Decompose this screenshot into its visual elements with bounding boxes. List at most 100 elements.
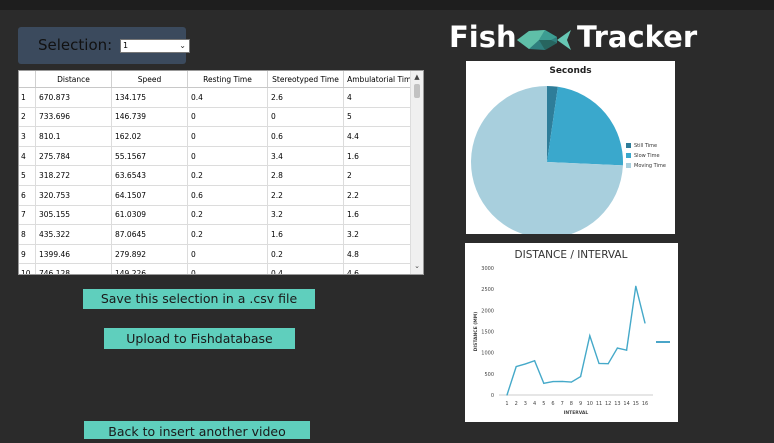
row-number[interactable]: 6 — [19, 185, 36, 206]
table-row[interactable]: 8 435.322 87.0645 0.2 1.6 3.2 — [19, 224, 420, 245]
table-cell[interactable]: 4.8 — [343, 244, 420, 265]
x-tick-label: 11 — [596, 401, 602, 407]
table-row[interactable]: 3 810.1 162.02 0 0.6 4.4 — [19, 126, 420, 147]
column-header[interactable]: Resting Time — [187, 71, 268, 88]
row-header-corner[interactable] — [19, 71, 36, 88]
table-cell[interactable]: 55.1567 — [111, 146, 188, 167]
table-row[interactable]: 10 746.128 149.226 0 0.4 4.6 — [19, 263, 420, 274]
table-cell[interactable]: 0.2 — [187, 205, 268, 226]
column-header[interactable]: Distance — [35, 71, 112, 88]
table-cell[interactable]: 435.322 — [35, 224, 112, 245]
table-cell[interactable]: 162.02 — [111, 126, 188, 147]
table-row[interactable]: 1 670.873 134.175 0.4 2.6 4 — [19, 87, 420, 108]
table-cell[interactable]: 64.1507 — [111, 185, 188, 206]
table-cell[interactable]: 0.2 — [187, 165, 268, 186]
table-cell[interactable]: 0.4 — [267, 263, 344, 274]
table-cell[interactable]: 0.4 — [187, 87, 268, 108]
table-cell[interactable]: 4 — [343, 87, 420, 108]
table-cell[interactable]: 0 — [187, 263, 268, 274]
table-cell[interactable]: 746.128 — [35, 263, 112, 274]
table-cell[interactable]: 2.2 — [267, 185, 344, 206]
data-point — [626, 349, 628, 351]
table-row[interactable]: 7 305.155 61.0309 0.2 3.2 1.6 — [19, 205, 420, 226]
row-number[interactable]: 9 — [19, 244, 36, 265]
x-tick-label: 16 — [642, 401, 648, 407]
legend-swatch — [626, 143, 631, 148]
table-cell[interactable]: 149.226 — [111, 263, 188, 274]
row-number[interactable]: 5 — [19, 165, 36, 186]
row-number[interactable]: 1 — [19, 87, 36, 108]
table-cell[interactable]: 0 — [187, 244, 268, 265]
column-header[interactable]: Stereotyped Time — [267, 71, 344, 88]
row-number[interactable]: 2 — [19, 107, 36, 128]
column-header[interactable]: Speed — [111, 71, 188, 88]
table-cell[interactable]: 1.6 — [267, 224, 344, 245]
table-cell[interactable]: 1399.46 — [35, 244, 112, 265]
table-cell[interactable]: 146.739 — [111, 107, 188, 128]
table-cell[interactable]: 87.0645 — [111, 224, 188, 245]
table-cell[interactable]: 318.272 — [35, 165, 112, 186]
table-cell[interactable]: 733.696 — [35, 107, 112, 128]
chevron-down-icon[interactable]: ⌄ — [179, 40, 186, 52]
table-cell[interactable]: 63.6543 — [111, 165, 188, 186]
table-cell[interactable]: 0 — [267, 107, 344, 128]
brand-word-fish: Fish — [449, 20, 517, 54]
table-cell[interactable]: 2 — [343, 165, 420, 186]
table-row[interactable]: 2 733.696 146.739 0 0 5 — [19, 107, 420, 128]
row-number[interactable]: 10 — [19, 263, 36, 274]
table-cell[interactable]: 1.6 — [343, 205, 420, 226]
data-point — [616, 347, 618, 349]
table-cell[interactable]: 61.0309 — [111, 205, 188, 226]
table-cell[interactable]: 1.6 — [343, 146, 420, 167]
y-axis-label: DISTANCE (MM) — [473, 312, 479, 352]
row-number[interactable]: 3 — [19, 126, 36, 147]
data-table[interactable]: Distance Speed Resting Time Stereotyped Tim… — [18, 70, 424, 275]
table-cell[interactable]: 0.6 — [267, 126, 344, 147]
scroll-up-icon[interactable]: ▲ — [411, 73, 423, 83]
table-cell[interactable]: 3.2 — [343, 224, 420, 245]
table-cell[interactable]: 2.2 — [343, 185, 420, 206]
legend-swatch — [626, 153, 631, 158]
table-cell[interactable]: 5 — [343, 107, 420, 128]
table-cell[interactable]: 3.2 — [267, 205, 344, 226]
row-number[interactable]: 4 — [19, 146, 36, 167]
row-number[interactable]: 7 — [19, 205, 36, 226]
table-cell[interactable]: 0 — [187, 107, 268, 128]
table-cell[interactable]: 0.2 — [267, 244, 344, 265]
table-scrollbar[interactable]: ▲ ⌄ — [410, 71, 423, 274]
selection-dropdown[interactable]: 1 ⌄ — [120, 39, 190, 53]
line-chart-title: DISTANCE / INTERVAL — [515, 249, 628, 261]
table-cell[interactable]: 279.892 — [111, 244, 188, 265]
row-number[interactable]: 8 — [19, 224, 36, 245]
column-header[interactable]: Ambulatorial Time — [343, 71, 420, 88]
data-point — [534, 360, 536, 362]
table-row[interactable]: 9 1399.46 279.892 0 0.2 4.8 — [19, 244, 420, 265]
table-row[interactable]: 4 275.784 55.1567 0 3.4 1.6 — [19, 146, 420, 167]
table-cell[interactable]: 320.753 — [35, 185, 112, 206]
table-cell[interactable]: 3.4 — [267, 146, 344, 167]
table-cell[interactable]: 2.8 — [267, 165, 344, 186]
table-cell[interactable]: 134.175 — [111, 87, 188, 108]
table-cell[interactable]: 670.873 — [35, 87, 112, 108]
table-cell[interactable]: 0.2 — [187, 224, 268, 245]
table-cell[interactable]: 0.6 — [187, 185, 268, 206]
table-cell[interactable]: 4.4 — [343, 126, 420, 147]
data-point — [644, 322, 646, 324]
scroll-thumb[interactable] — [414, 84, 420, 98]
table-cell[interactable]: 0 — [187, 146, 268, 167]
x-tick-label: 8 — [570, 401, 573, 407]
table-cell[interactable]: 0 — [187, 126, 268, 147]
table-cell[interactable]: 2.6 — [267, 87, 344, 108]
table-cell[interactable]: 275.784 — [35, 146, 112, 167]
table-row[interactable]: 5 318.272 63.6543 0.2 2.8 2 — [19, 165, 420, 186]
x-tick-label: 2 — [515, 401, 518, 407]
back-insert-video-button[interactable]: Back to insert another video — [84, 421, 310, 439]
table-cell[interactable]: 4.6 — [343, 263, 420, 274]
save-csv-button[interactable]: Save this selection in a .csv file — [83, 289, 315, 309]
table-row[interactable]: 6 320.753 64.1507 0.6 2.2 2.2 — [19, 185, 420, 206]
scroll-down-icon[interactable]: ⌄ — [411, 262, 423, 272]
table-cell[interactable]: 305.155 — [35, 205, 112, 226]
upload-database-button[interactable]: Upload to Fishdatabase — [104, 328, 295, 349]
table-cell[interactable]: 810.1 — [35, 126, 112, 147]
selection-label: Selection: — [38, 36, 113, 54]
